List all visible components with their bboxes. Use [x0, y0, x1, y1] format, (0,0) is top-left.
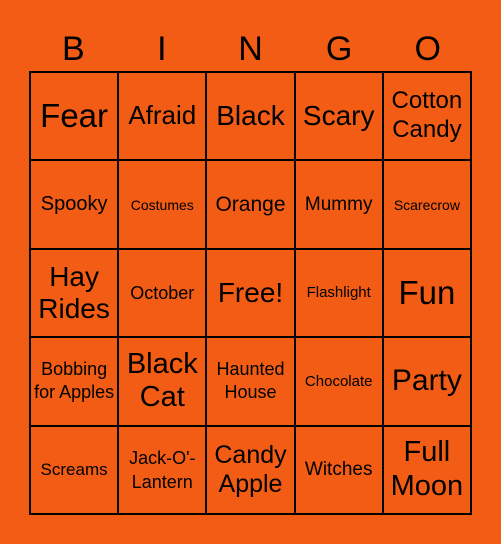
bingo-cell[interactable]: Mummy [294, 160, 383, 249]
header-letter-b: B [61, 30, 85, 68]
bingo-cell[interactable]: Haunted House [206, 337, 295, 426]
bingo-cell[interactable]: Costumes [118, 160, 207, 249]
bingo-cell[interactable]: Cotton Candy [382, 72, 471, 161]
bingo-cell[interactable]: Bobbing for Apples [30, 337, 119, 426]
bingo-cell[interactable]: Scarecrow [382, 160, 471, 249]
bingo-cell[interactable]: Flashlight [294, 248, 383, 338]
bingo-cell[interactable]: Screams [30, 425, 119, 514]
bingo-cell[interactable]: Hay Rides [30, 248, 119, 338]
bingo-cell[interactable]: Party [382, 337, 471, 426]
header-letter-i: I [157, 30, 167, 68]
bingo-cell[interactable]: Black [206, 72, 295, 161]
bingo-cell[interactable]: Witches [294, 425, 383, 514]
bingo-cell[interactable]: Black Cat [118, 337, 207, 426]
bingo-cell[interactable]: Full Moon [382, 425, 471, 514]
bingo-cell[interactable]: Orange [206, 160, 295, 249]
bingo-cell[interactable]: Fun [382, 248, 471, 338]
bingo-cell[interactable]: Chocolate [294, 337, 383, 426]
bingo-cell[interactable]: Scary [294, 72, 383, 161]
header-letter-o: O [414, 30, 441, 68]
header-letter-n: N [238, 30, 263, 68]
bingo-cell[interactable]: Spooky [30, 160, 119, 249]
bingo-cell[interactable]: Jack-O'-Lantern [118, 425, 207, 514]
bingo-cell[interactable]: Candy Apple [206, 425, 295, 514]
bingo-cell[interactable]: Fear [30, 72, 119, 161]
bingo-grid: Fear Afraid Black Scary Cotton Candy Spo… [29, 71, 472, 515]
header-letter-g: G [325, 30, 353, 68]
bingo-cell-free[interactable]: Free! [206, 248, 295, 338]
bingo-cell[interactable]: October [118, 248, 207, 338]
bingo-cell[interactable]: Afraid [118, 72, 207, 161]
bingo-header: B I N G O [29, 28, 472, 70]
